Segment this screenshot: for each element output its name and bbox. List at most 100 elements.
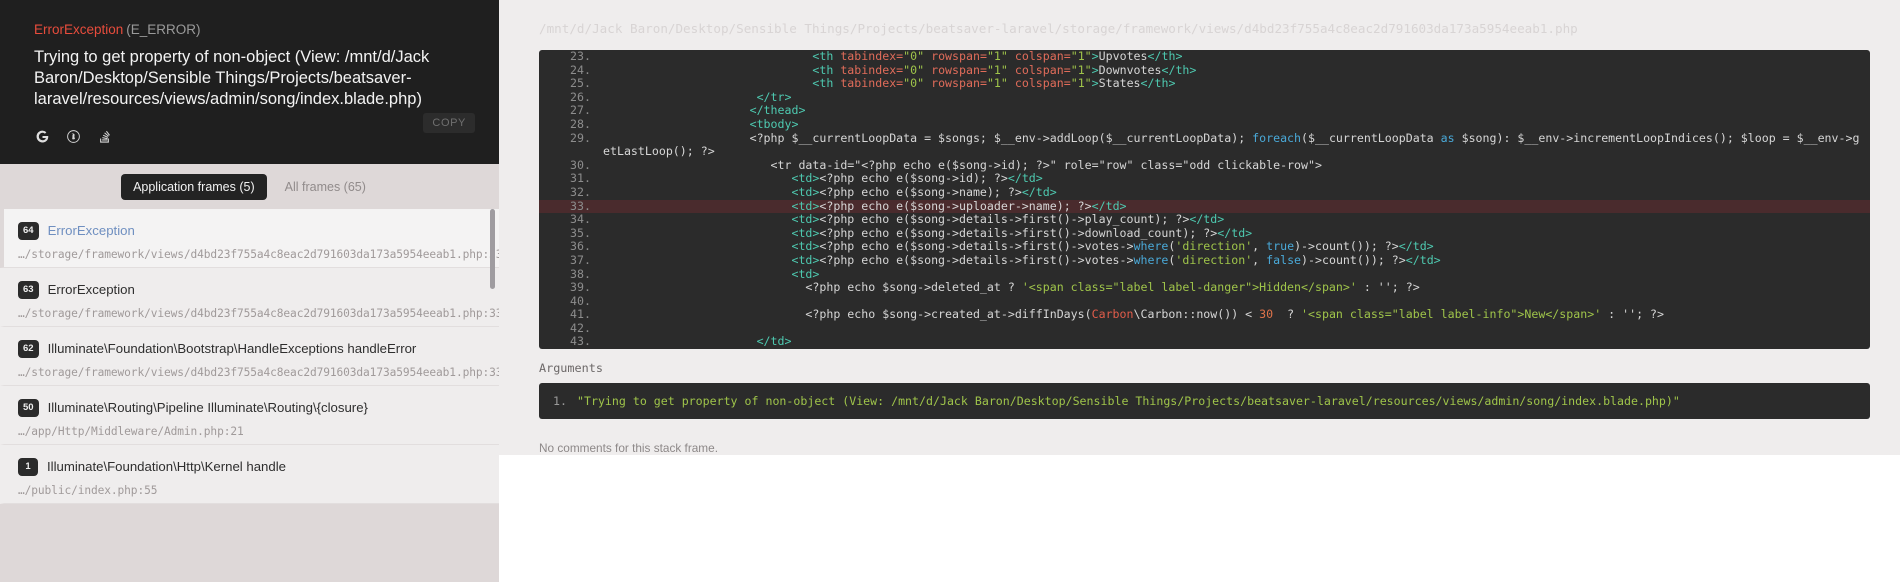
code-line-number: 25.	[570, 76, 591, 91]
frame-name: ErrorException	[47, 282, 135, 298]
code-line-number: 31.	[570, 171, 591, 186]
code-line-number: 41.	[570, 307, 591, 322]
code-table: 23. <th tabindex="0" rowspan="1" colspan…	[539, 50, 1870, 349]
frame-index-badge: 50	[18, 399, 39, 417]
code-line: 29. <?php $__currentLoopData = $songs; $…	[539, 130, 1870, 159]
frame-header: 1 Illuminate\Foundation\Http\Kernel hand…	[18, 458, 483, 476]
code-line-content	[603, 322, 1870, 336]
frame-item-50[interactable]: 50 Illuminate\Routing\Pipeline Illuminat…	[0, 386, 499, 445]
frame-item-64[interactable]: 64 ErrorException …/storage/framework/vi…	[0, 209, 499, 268]
copy-button[interactable]: COPY	[423, 113, 475, 133]
frame-path: …/public/index.php:55	[18, 483, 158, 497]
code-line-number: 35.	[570, 225, 591, 240]
code-line-content: </thead>	[749, 103, 806, 118]
frame-item-1[interactable]: 1 Illuminate\Foundation\Http\Kernel hand…	[0, 445, 499, 504]
frame-path: …/storage/framework/views/d4bd23f755a4c8…	[18, 306, 499, 320]
right-panel: /mnt/d/Jack Baron/Desktop/Sensible Thing…	[499, 0, 1900, 582]
code-line-number: 43.	[570, 334, 591, 349]
code-line: 32. <td><?php echo e($song->name); ?></t…	[539, 184, 1870, 200]
frame-path: …/app/Http/Middleware/Admin.php:21	[18, 424, 244, 438]
frame-name: Illuminate\Foundation\Bootstrap\HandleEx…	[47, 341, 417, 357]
code-line: 35. <td><?php echo e($song->details->fir…	[539, 225, 1870, 241]
code-line: 36. <td><?php echo e($song->details->fir…	[539, 240, 1870, 254]
exception-code: (E_ERROR)	[126, 22, 201, 37]
frame-item-62[interactable]: 62 Illuminate\Foundation\Bootstrap\Handl…	[0, 327, 499, 386]
frame-item-63[interactable]: 63 ErrorException …/storage/framework/vi…	[0, 268, 499, 327]
frames-list[interactable]: 64 ErrorException …/storage/framework/vi…	[0, 209, 499, 582]
code-line-content: <?php echo $song->created_at->diffInDays…	[805, 307, 1665, 322]
duckduckgo-search-icon[interactable]	[65, 128, 82, 145]
frame-index-badge: 64	[18, 222, 39, 240]
exception-class-line: ErrorException (E_ERROR)	[34, 22, 465, 38]
frame-name: Illuminate\Foundation\Http\Kernel handle	[47, 459, 286, 475]
code-line-number: 34.	[570, 212, 591, 227]
code-line-number: 30.	[570, 157, 591, 172]
exception-actions	[34, 126, 465, 146]
code-line-number: 29.	[570, 130, 591, 145]
code-line: 26. </tr>	[539, 89, 1870, 105]
code-line: 23. <th tabindex="0" rowspan="1" colspan…	[539, 50, 1870, 64]
code-line-number: 27.	[570, 103, 591, 118]
code-line-content	[603, 295, 1870, 309]
tab-application-frames[interactable]: Application frames (5)	[121, 173, 267, 200]
code-line-number: 39.	[570, 280, 591, 295]
argument-value: "Trying to get property of non-object (V…	[577, 394, 1680, 409]
ignition-error-page: ErrorException (E_ERROR) Trying to get pr…	[0, 0, 1900, 582]
code-line-number: 37.	[570, 252, 591, 267]
frames-scrollbar[interactable]	[490, 209, 495, 289]
code-line-number: 26.	[570, 89, 591, 104]
code-line: 40.	[539, 293, 1870, 309]
stackoverflow-search-icon[interactable]	[96, 128, 113, 145]
code-line-number: 40.	[570, 293, 591, 308]
frames-tabs: Application frames (5) All frames (65)	[0, 164, 499, 209]
code-line: 28. <tbody>	[539, 116, 1870, 132]
code-line-number: 23.	[570, 50, 591, 63]
code-line: 38. <td>	[539, 266, 1870, 282]
code-line: 42.	[539, 321, 1870, 336]
code-line-content: <tr data-id="<?php echo e($song->id); ?>…	[770, 157, 1322, 172]
arguments-title: Arguments	[539, 361, 603, 376]
code-line-content: <?php echo $song->deleted_at ? '<span cl…	[805, 280, 1420, 295]
code-line-content: </tr>	[756, 89, 792, 104]
code-line-content: <td><?php echo e($song->details->first()…	[791, 225, 1253, 240]
exception-class: ErrorException	[34, 22, 124, 37]
code-line: 41. <?php echo $song->created_at->diffIn…	[539, 307, 1870, 322]
no-comments-text: No comments for this stack frame.	[539, 441, 718, 456]
source-file-path: /mnt/d/Jack Baron/Desktop/Sensible Thing…	[539, 21, 1578, 36]
code-line-content: <td><?php echo e($song->details->first()…	[791, 212, 1225, 227]
code-line-content: <td><?php echo e($song->name); ?></td>	[791, 184, 1057, 199]
code-line-number: 32.	[570, 184, 591, 199]
code-line-number: 24.	[570, 62, 591, 77]
source-view: /mnt/d/Jack Baron/Desktop/Sensible Thing…	[499, 0, 1900, 455]
code-block[interactable]: 23. <th tabindex="0" rowspan="1" colspan…	[539, 50, 1870, 350]
left-panel: ErrorException (E_ERROR) Trying to get pr…	[0, 0, 499, 582]
code-line: 33. <td><?php echo e($song->uploader->na…	[539, 198, 1870, 214]
code-line: 34. <td><?php echo e($song->details->fir…	[539, 212, 1870, 227]
frame-path: …/storage/framework/views/d4bd23f755a4c8…	[18, 365, 499, 379]
code-line: 39. <?php echo $song->deleted_at ? '<spa…	[539, 280, 1870, 295]
code-line-content: <th tabindex="0" rowspan="1" colspan="1"…	[812, 76, 1176, 91]
code-line-content: <td>	[791, 266, 820, 281]
code-line-number: 36.	[570, 239, 591, 254]
frame-header: 64 ErrorException	[18, 222, 483, 240]
frame-path: …/storage/framework/views/d4bd23f755a4c8…	[18, 247, 499, 261]
code-lines: 23. <th tabindex="0" rowspan="1" colspan…	[539, 50, 1870, 349]
frame-header: 50 Illuminate\Routing\Pipeline Illuminat…	[18, 399, 483, 417]
page-footer-space	[499, 455, 1900, 582]
code-line-number: 33.	[570, 198, 591, 213]
code-line: 43. </td>	[539, 335, 1870, 349]
frame-name: ErrorException	[47, 223, 135, 239]
code-line-number: 38.	[570, 266, 591, 281]
exception-header: ErrorException (E_ERROR) Trying to get pr…	[0, 0, 499, 164]
arguments-list: 1. "Trying to get property of non-object…	[539, 383, 1870, 420]
code-line-content: <th tabindex="0" rowspan="1" colspan="1"…	[812, 50, 1183, 63]
code-line-content: <td><?php echo e($song->id); ?></td>	[791, 171, 1043, 186]
code-line: 31. <td><?php echo e($song->id); ?></td>	[539, 172, 1870, 186]
argument-item: 1. "Trying to get property of non-object…	[553, 393, 1856, 409]
tab-all-frames[interactable]: All frames (65)	[273, 174, 378, 200]
code-line-content: <td><?php echo e($song->details->first()…	[791, 239, 1434, 254]
code-line-content: <tbody>	[749, 116, 799, 131]
frame-index-badge: 1	[18, 458, 38, 476]
code-line-content: </td>	[756, 334, 792, 349]
google-search-icon[interactable]	[34, 128, 51, 145]
